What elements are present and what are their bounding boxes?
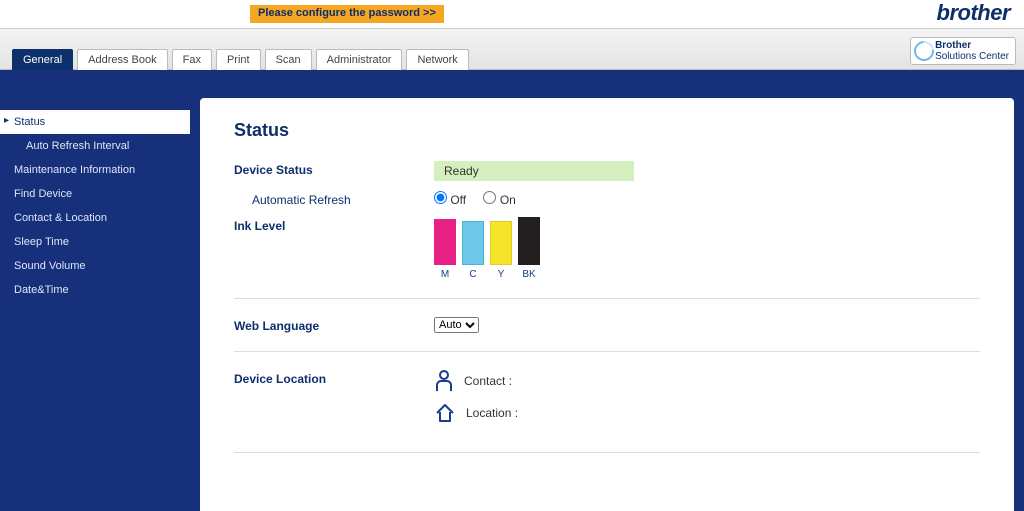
tab-print[interactable]: Print bbox=[216, 49, 261, 70]
ink-bar-c bbox=[462, 221, 484, 265]
brand-logo: brother bbox=[937, 0, 1011, 26]
ink-m: M bbox=[434, 217, 456, 280]
label-device-location: Device Location bbox=[234, 370, 434, 386]
main-tabs: General Address Book Fax Print Scan Admi… bbox=[12, 49, 469, 70]
automatic-refresh-off-label[interactable]: Off bbox=[434, 193, 466, 207]
tab-fax[interactable]: Fax bbox=[172, 49, 212, 70]
automatic-refresh-off-radio[interactable] bbox=[434, 191, 447, 204]
tab-scan[interactable]: Scan bbox=[265, 49, 312, 70]
solutions-center-link[interactable]: Brother Solutions Center bbox=[910, 37, 1016, 65]
solutions-center-line2: Solutions Center bbox=[935, 51, 1009, 62]
ink-label-m: M bbox=[434, 269, 456, 280]
content-card: Status Device Status Ready Automatic Ref… bbox=[200, 98, 1014, 511]
ink-c: C bbox=[462, 217, 484, 280]
contact-label: Contact : bbox=[464, 374, 512, 388]
tab-address-book[interactable]: Address Book bbox=[77, 49, 167, 70]
location-label: Location : bbox=[466, 406, 518, 420]
page-title: Status bbox=[234, 120, 980, 141]
sidebar-item-auto-refresh-interval[interactable]: Auto Refresh Interval bbox=[0, 134, 190, 158]
ink-level-block: M C Y BK bbox=[434, 217, 980, 280]
automatic-refresh-on-label[interactable]: On bbox=[483, 193, 515, 207]
ink-label-c: C bbox=[462, 269, 484, 280]
sidebar-item-sound-volume[interactable]: Sound Volume bbox=[0, 254, 190, 278]
sidebar: Status Auto Refresh Interval Maintenance… bbox=[0, 70, 190, 302]
ink-bar-m bbox=[434, 219, 456, 265]
ink-bar-bk bbox=[518, 217, 540, 265]
tab-administrator[interactable]: Administrator bbox=[316, 49, 403, 70]
configure-password-banner[interactable]: Please configure the password >> bbox=[250, 5, 444, 23]
ink-label-y: Y bbox=[490, 269, 512, 280]
contact-icon bbox=[434, 370, 454, 392]
location-icon bbox=[434, 402, 456, 424]
label-web-language: Web Language bbox=[234, 317, 434, 333]
sidebar-item-status[interactable]: Status bbox=[0, 110, 190, 134]
device-status-value: Ready bbox=[434, 161, 634, 181]
divider bbox=[234, 452, 980, 453]
sidebar-item-sleep-time[interactable]: Sleep Time bbox=[0, 230, 190, 254]
solutions-center-line1: Brother bbox=[935, 40, 971, 51]
sidebar-item-find-device[interactable]: Find Device bbox=[0, 182, 190, 206]
ink-y: Y bbox=[490, 217, 512, 280]
tab-general[interactable]: General bbox=[12, 49, 73, 70]
label-device-status: Device Status bbox=[234, 161, 434, 177]
label-ink-level: Ink Level bbox=[234, 217, 434, 233]
automatic-refresh-on-radio[interactable] bbox=[483, 191, 496, 204]
sidebar-item-contact-location[interactable]: Contact & Location bbox=[0, 206, 190, 230]
sidebar-item-date-time[interactable]: Date&Time bbox=[0, 278, 190, 302]
automatic-refresh-on-text: On bbox=[500, 193, 516, 207]
automatic-refresh-off-text: Off bbox=[450, 193, 466, 207]
web-language-select[interactable]: Auto bbox=[434, 317, 479, 333]
tab-network[interactable]: Network bbox=[406, 49, 468, 70]
ink-bar-y bbox=[490, 221, 512, 265]
divider bbox=[234, 298, 980, 299]
ink-label-bk: BK bbox=[518, 269, 540, 280]
ink-bk: BK bbox=[518, 217, 540, 280]
sidebar-item-maintenance-information[interactable]: Maintenance Information bbox=[0, 158, 190, 182]
divider bbox=[234, 351, 980, 352]
label-automatic-refresh: Automatic Refresh bbox=[234, 191, 434, 207]
